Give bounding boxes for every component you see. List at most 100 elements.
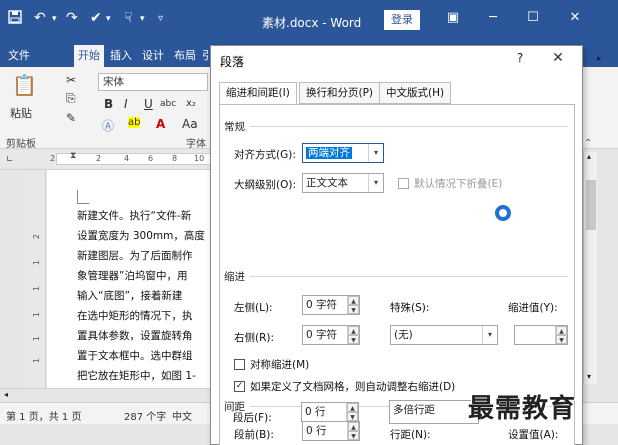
outline-level-value: 正文文本 [306, 177, 348, 189]
spin-up-icon[interactable]: ▲ [347, 403, 358, 412]
horizontal-ruler[interactable]: ∟ 2 2 4 6 8 10 ⧗ [0, 150, 216, 170]
tab-home[interactable]: 开始 [74, 45, 104, 67]
collapse-ribbon-icon[interactable]: ⌃ [584, 138, 592, 149]
underline-icon[interactable]: U [144, 97, 153, 111]
spin-down-icon[interactable]: ▼ [556, 335, 567, 344]
vruler-tick: 1 [32, 260, 41, 266]
maximize-icon[interactable]: ☐ [522, 10, 544, 25]
chevron-down-icon[interactable]: ▾ [482, 326, 497, 344]
spin-down-icon[interactable]: ▼ [348, 431, 359, 440]
left-indent-spinner[interactable]: 0 字符 ▲ ▼ [302, 295, 360, 315]
subscript-icon[interactable]: x₂ [186, 98, 196, 109]
auto-adjust-checkbox[interactable]: ✓ [234, 381, 245, 392]
spinner-arrows[interactable]: ▲ ▼ [347, 326, 359, 344]
spin-down-icon[interactable]: ▼ [348, 335, 359, 344]
touch-mode-icon[interactable]: ☟ [124, 10, 133, 26]
vertical-ruler: 2 1 1 1 1 1 [26, 170, 46, 388]
scrollbar-thumb[interactable] [586, 180, 596, 230]
vertical-scrollbar[interactable]: ▴ ▾ [583, 152, 597, 384]
spin-down-icon[interactable]: ▼ [348, 305, 359, 314]
highlight-icon[interactable]: ab [128, 117, 141, 128]
collapse-checkbox[interactable] [398, 178, 409, 189]
scroll-up-icon[interactable]: ▴ [587, 152, 591, 161]
document-line: 在选中矩形的情况下，执 [77, 310, 193, 322]
mirror-indents-checkbox[interactable] [234, 359, 245, 370]
page-count[interactable]: 第 1 页，共 1 页 [6, 408, 81, 423]
format-painter-brush-icon[interactable]: ✎ [66, 111, 76, 125]
document-page[interactable]: 新建文件。执行“文件-新 设置宽度为 300mm，高度 新建图层。为了后面制作 … [47, 170, 212, 388]
document-line: 新建图层。为了后面制作 [77, 250, 193, 262]
word-count[interactable]: 287 个字 [124, 408, 166, 423]
special-combo[interactable]: (无) ▾ [390, 325, 498, 345]
undo-icon[interactable]: ↶ [34, 10, 46, 26]
text-effects-icon[interactable]: Ⓐ [102, 117, 114, 134]
spinner-arrows[interactable]: ▲ ▼ [347, 422, 359, 440]
ruler-tick: 4 [124, 154, 130, 163]
undo-dropdown-icon[interactable]: ▾ [52, 14, 57, 24]
scroll-down-icon[interactable]: ▾ [587, 372, 591, 381]
mirror-indents-label: 对称缩进(M) [250, 359, 310, 371]
copy-icon[interactable]: ⎘ [66, 91, 76, 106]
chevron-down-icon[interactable]: ▾ [368, 174, 383, 192]
italic-icon[interactable]: I [124, 97, 128, 111]
spinner-arrows[interactable]: ▲ ▼ [346, 403, 358, 421]
chevron-down-icon[interactable]: ▾ [368, 144, 383, 162]
horizontal-scrollbar[interactable]: ◂ [0, 388, 210, 402]
vruler-tick: 1 [32, 336, 41, 342]
space-before-spinner[interactable]: 0 行 ▲ ▼ [302, 421, 360, 441]
tab-file[interactable]: 文件 [4, 45, 34, 67]
more-tabs-icon[interactable]: ▸ [597, 54, 602, 64]
tab-asian-typography[interactable]: 中文版式(H) [379, 82, 452, 104]
line-spacing-label: 行距(N): [390, 429, 431, 441]
language-indicator[interactable]: 中文 [172, 408, 192, 423]
space-after-label: 段后(F): [233, 412, 272, 424]
tab-selector-icon[interactable]: ∟ [6, 155, 14, 165]
paragraph-corner-marker [77, 190, 89, 204]
change-case-icon[interactable]: Aa [182, 117, 198, 131]
minimize-icon[interactable]: ─ [482, 10, 504, 25]
tab-indents-spacing[interactable]: 缩进和间距(I) [219, 82, 297, 105]
save-icon[interactable] [8, 10, 22, 28]
ribbon-display-icon[interactable]: ▣ [442, 10, 464, 25]
spin-up-icon[interactable]: ▲ [348, 296, 359, 305]
font-name-combo[interactable]: 宋体 [98, 73, 208, 91]
tab-design[interactable]: 设计 [138, 45, 168, 67]
right-indent-spinner[interactable]: 0 字符 ▲ ▼ [302, 325, 360, 345]
window-close-icon[interactable]: ✕ [564, 10, 586, 25]
login-button[interactable]: 登录 [384, 10, 420, 30]
strikethrough-icon[interactable]: abc [160, 99, 176, 109]
line-spacing-combo[interactable]: 多倍行距 [389, 400, 479, 424]
spinner-arrows[interactable]: ▲ ▼ [347, 296, 359, 314]
dialog-close-button[interactable]: ✕ [547, 50, 569, 66]
tab-layout[interactable]: 布局 [170, 45, 200, 67]
format-painter-icon[interactable]: ✔ [90, 10, 102, 26]
paste-icon[interactable]: 📋 [12, 73, 37, 97]
outline-level-combo[interactable]: 正文文本 ▾ [302, 173, 384, 193]
document-title: 素材.docx - Word [262, 16, 362, 30]
cut-icon[interactable]: ✂ [66, 73, 76, 87]
spin-up-icon[interactable]: ▲ [556, 326, 567, 335]
touch-dropdown-icon[interactable]: ▾ [140, 14, 145, 24]
space-after-spinner[interactable]: 0 行 ▲ ▼ [301, 402, 359, 422]
scroll-left-icon[interactable]: ◂ [4, 390, 8, 399]
alignment-combo[interactable]: 两端对齐 ▾ [302, 143, 384, 163]
dialog-title: 段落 [220, 55, 245, 69]
indent-marker-icon[interactable]: ⧗ [70, 151, 76, 161]
indent-by-spinner[interactable]: ▲ ▼ [514, 325, 568, 345]
bold-icon[interactable]: B [104, 97, 113, 111]
customize-dropdown-icon[interactable]: ▾ [106, 14, 111, 24]
indent-by-label: 缩进值(Y): [508, 302, 558, 314]
spinner-arrows[interactable]: ▲ ▼ [555, 326, 567, 344]
spin-up-icon[interactable]: ▲ [348, 422, 359, 431]
redo-icon[interactable]: ↷ [66, 10, 78, 26]
spin-up-icon[interactable]: ▲ [348, 326, 359, 335]
tab-insert[interactable]: 插入 [106, 45, 136, 67]
vruler-tick: 1 [32, 358, 41, 364]
qat-customize-icon[interactable]: ▿ [158, 13, 163, 24]
spin-down-icon[interactable]: ▼ [347, 412, 358, 421]
tab-line-page-breaks[interactable]: 换行和分页(P) [299, 82, 381, 104]
help-button[interactable]: ? [511, 51, 529, 65]
document-line: 置于文本框中。选中群组 [77, 350, 193, 362]
font-color-icon[interactable]: A [156, 117, 165, 131]
paste-button[interactable]: 粘贴 [10, 105, 32, 121]
